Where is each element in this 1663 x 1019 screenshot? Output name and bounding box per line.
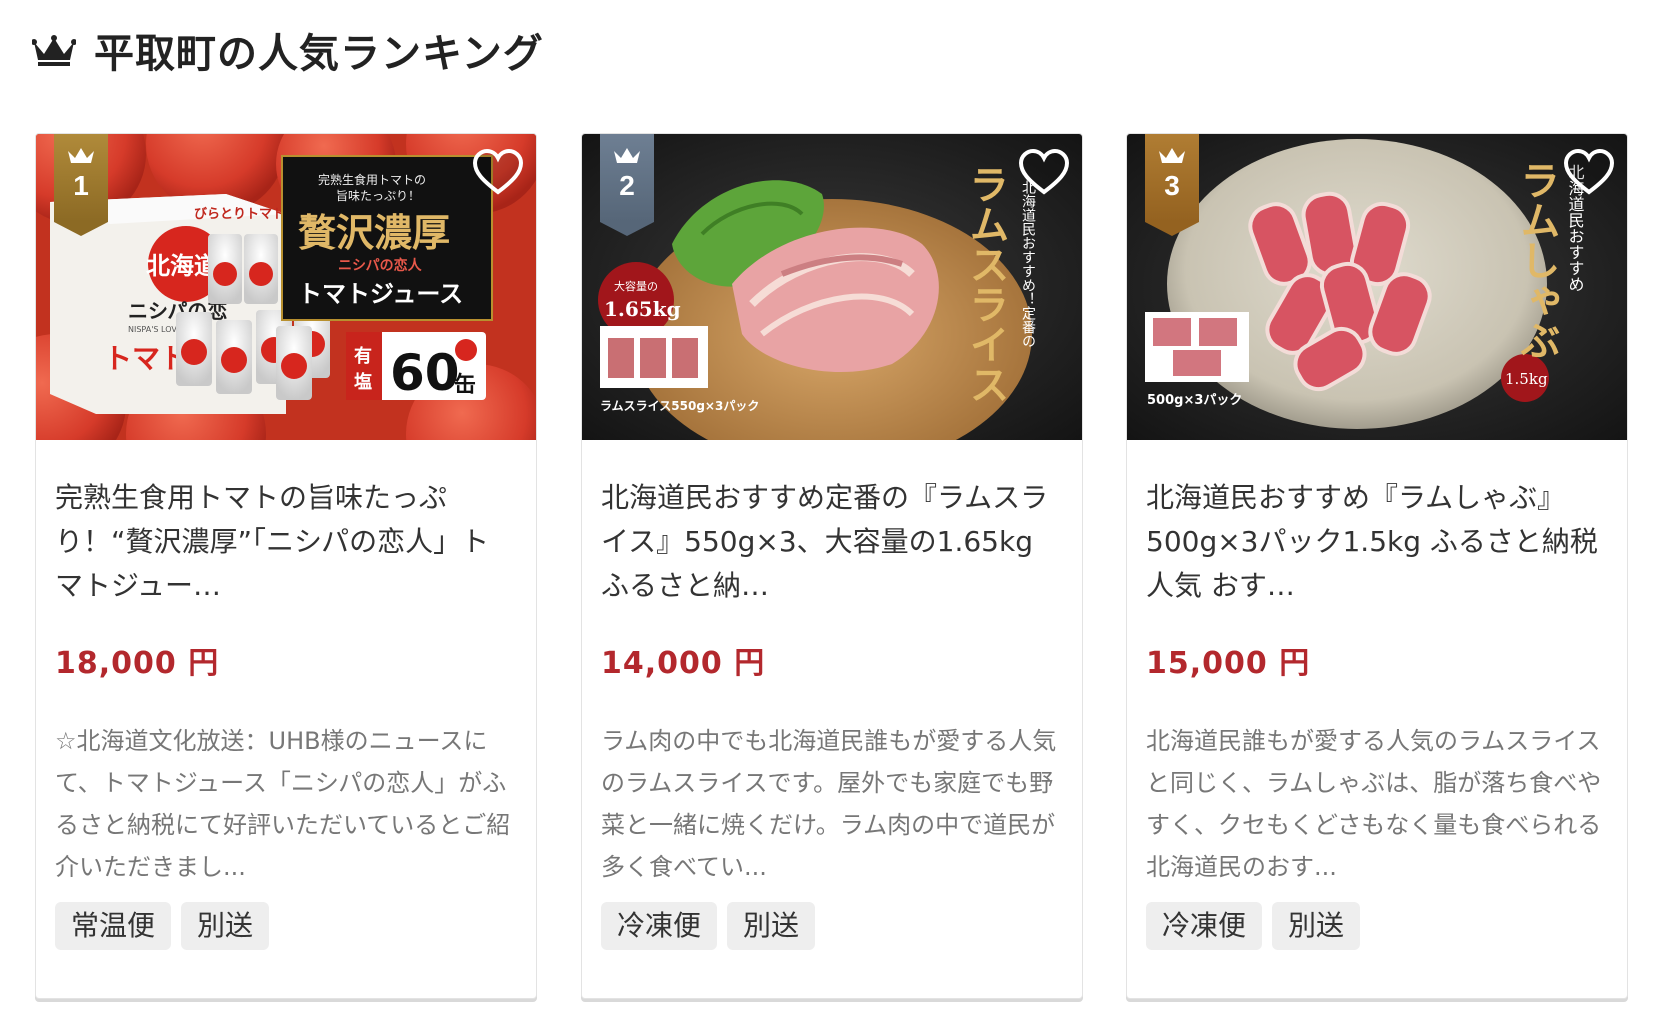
product-description: 北海道民誰もが愛する人気のラムスライスと同じく、ラムしゃぶは、脂が落ち食べやすく… — [1146, 727, 1602, 881]
tag-separate-shipping: 別送 — [1272, 902, 1361, 950]
image-caption: ラムスライス550g×3パック — [600, 399, 759, 413]
image-count: 60 — [390, 344, 460, 402]
tag-list: 冷凍便 別送 — [1146, 902, 1608, 950]
image-vertical-sub: 北海道民おすすめ！定番の — [1020, 180, 1036, 348]
image-box-brand: びらとりトマト — [194, 207, 285, 222]
card-body: 北海道民おすすめ定番の『ラムスライス』550g×3、大容量の1.65kg ふるさ… — [601, 476, 1063, 950]
image-badge-main: 1.5kg — [1505, 370, 1548, 388]
svg-text:有: 有 — [354, 345, 372, 367]
ranking-card-2[interactable]: 大容量の 1.65kg ラムスライス550g×3パック 北海道民おすすめ！定番の… — [581, 133, 1083, 999]
favorite-heart-icon[interactable] — [1018, 148, 1070, 196]
card-body: 北海道民おすすめ『ラムしゃぶ』500g×3パック1.5kg ふるさと納税 人気 … — [1146, 476, 1608, 950]
product-image-lamb-shabu[interactable]: 500g×3パック 1.5kg 北海道民おすすめ ラムしゃぶ 3 — [1127, 134, 1627, 440]
image-headline: 贅沢濃厚 — [298, 210, 450, 255]
image-product: トマトジュース — [298, 279, 463, 308]
favorite-heart-icon[interactable] — [472, 148, 524, 196]
product-title[interactable]: 完熟生食用トマトの旨味たっぷり！“贅沢濃厚”「ニシパの恋人」トマトジュー… — [55, 476, 517, 608]
rank-number: 2 — [619, 170, 635, 201]
rank-badge: 2 — [600, 134, 654, 236]
product-title[interactable]: 北海道民おすすめ『ラムしゃぶ』500g×3パック1.5kg ふるさと納税 人気 … — [1146, 476, 1608, 608]
product-image-lamb-slice[interactable]: 大容量の 1.65kg ラムスライス550g×3パック 北海道民おすすめ！定番の… — [582, 134, 1082, 440]
image-vertical-main: ラムスライス — [963, 164, 1010, 404]
image-box-tomato: トマト — [104, 342, 188, 375]
product-price: 18,000 円 — [55, 646, 220, 681]
rank-number: 1 — [73, 170, 89, 201]
crown-icon — [32, 35, 76, 66]
product-description: ラム肉の中でも北海道民誰もが愛する人気のラムスライスです。屋外でも家庭でも野菜と… — [601, 727, 1057, 881]
tag-shipping-method: 冷凍便 — [1146, 902, 1263, 950]
crown-icon — [614, 148, 640, 163]
product-price: 14,000 円 — [601, 646, 766, 681]
image-sub: ニシパの恋人 — [338, 257, 423, 274]
svg-text:塩: 塩 — [354, 371, 372, 393]
image-badge-top: 大容量の — [614, 279, 658, 293]
crown-icon — [68, 148, 94, 163]
image-text-line2: 旨味たっぷり！ — [336, 189, 420, 203]
tag-separate-shipping: 別送 — [727, 902, 816, 950]
tag-shipping-method: 常温便 — [55, 902, 172, 950]
rank-badge: 1 — [54, 134, 108, 236]
product-description: ☆北海道文化放送：UHB様のニュースにて、トマトジュース「ニシパの恋人」がふるさ… — [55, 727, 511, 881]
product-price: 15,000 円 — [1146, 646, 1311, 681]
section-title: 平取町の人気ランキング — [94, 31, 544, 77]
tag-shipping-method: 冷凍便 — [601, 902, 718, 950]
image-vertical-main: ラムしゃぶ — [1514, 160, 1561, 360]
image-box-region: 北海道 — [146, 251, 218, 280]
image-badge-main: 1.65kg — [604, 297, 681, 321]
card-body: 完熟生食用トマトの旨味たっぷり！“贅沢濃厚”「ニシパの恋人」トマトジュー… 18… — [55, 476, 517, 950]
tag-list: 常温便 別送 — [55, 902, 517, 950]
section-header: 平取町の人気ランキング — [32, 22, 544, 78]
product-title[interactable]: 北海道民おすすめ定番の『ラムスライス』550g×3、大容量の1.65kg ふるさ… — [601, 476, 1063, 608]
rank-badge: 3 — [1145, 134, 1199, 236]
image-unit: 缶 — [454, 372, 476, 398]
crown-icon — [1159, 148, 1185, 163]
tag-separate-shipping: 別送 — [181, 902, 270, 950]
ranking-card-3[interactable]: 500g×3パック 1.5kg 北海道民おすすめ ラムしゃぶ 3 北海道民おすす… — [1126, 133, 1628, 999]
ranking-card-1[interactable]: 北海道 びらとりトマト ニシパの恋 NISPA'S LOVER トマト 完熟生食… — [35, 133, 537, 999]
rank-number: 3 — [1164, 170, 1180, 201]
image-text-line1: 完熟生食用トマトの — [318, 172, 426, 187]
favorite-heart-icon[interactable] — [1563, 148, 1615, 196]
product-image-tomato-juice[interactable]: 北海道 びらとりトマト ニシパの恋 NISPA'S LOVER トマト 完熟生食… — [36, 134, 536, 440]
tag-list: 冷凍便 別送 — [601, 902, 1063, 950]
image-caption: 500g×3パック — [1147, 393, 1242, 408]
